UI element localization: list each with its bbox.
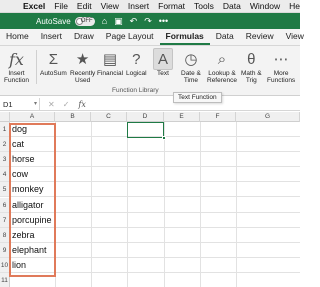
menu-excel[interactable]: Excel [23, 1, 45, 11]
text-label: Text [157, 70, 169, 77]
tab-draw[interactable]: Draw [68, 31, 100, 45]
fx-icon: fx [8, 49, 24, 69]
autosum-button[interactable]: Σ AutoSum [40, 48, 67, 78]
tab-data[interactable]: Data [210, 31, 240, 45]
name-box[interactable]: D1 ▾ [0, 97, 40, 111]
lookup-icon: ⌕ [217, 50, 227, 68]
menu-file[interactable]: File [54, 1, 68, 11]
fx-icon[interactable]: fx [78, 100, 85, 109]
menu-help[interactable]: He [289, 1, 300, 11]
enter-icon[interactable]: ✓ [63, 100, 70, 109]
insert-function-label: Insert Function [4, 70, 29, 84]
sigma-icon: Σ [48, 50, 59, 68]
column-header-c[interactable]: C [91, 112, 127, 122]
ribbon-tabs: Home Insert Draw Page Layout Formulas Da… [0, 29, 304, 46]
ellipsis-icon: ⋯ [273, 50, 289, 68]
math-trig-label: Math & Trig [241, 70, 262, 84]
select-all-corner[interactable] [0, 112, 10, 122]
recently-used-button[interactable]: ★ Recently Used [70, 48, 96, 85]
menu-data[interactable]: Data [223, 1, 241, 11]
mac-menu-bar: Excel File Edit View Insert Format Tools… [0, 0, 300, 13]
financial-button[interactable]: ▤ Financial [97, 48, 124, 78]
window-title-bar: AutoSave OFF ⌂ ▣ ↶ ↷ ••• [0, 13, 300, 29]
autosave-state: OFF [80, 17, 93, 24]
tab-view[interactable]: View [280, 31, 310, 45]
column-header-b[interactable]: B [55, 112, 91, 122]
cancel-icon[interactable]: ✕ [48, 100, 55, 109]
menu-window[interactable]: Window [250, 1, 280, 11]
financial-label: Financial [97, 70, 124, 77]
tab-formulas[interactable]: Formulas [159, 31, 210, 45]
fill-handle[interactable] [162, 136, 166, 140]
tab-review[interactable]: Review [240, 31, 280, 45]
active-cell-d1[interactable] [127, 122, 166, 140]
logical-label: Logical [126, 70, 147, 77]
autosum-label: AutoSum [40, 70, 67, 77]
chevron-down-icon[interactable]: ▾ [34, 98, 37, 111]
theta-icon: θ [247, 50, 256, 68]
menu-insert[interactable]: Insert [128, 1, 149, 11]
name-box-value: D1 [3, 99, 13, 109]
tab-home[interactable]: Home [0, 31, 35, 45]
menu-format[interactable]: Format [158, 1, 185, 11]
column-headers: A B C D E F G [0, 112, 300, 122]
column-header-g[interactable]: G [236, 112, 300, 122]
menu-edit[interactable]: Edit [77, 1, 92, 11]
column-header-f[interactable]: F [200, 112, 236, 122]
math-trig-button[interactable]: θ Math & Trig [241, 48, 262, 85]
ribbon-separator [36, 50, 37, 84]
date-time-button[interactable]: ◷ Date & Time [181, 48, 201, 85]
logical-button[interactable]: ? Logical [126, 48, 147, 78]
menu-tools[interactable]: Tools [194, 1, 214, 11]
text-icon: A [153, 48, 173, 70]
star-icon: ★ [75, 50, 90, 68]
column-header-a[interactable]: A [10, 112, 55, 122]
more-icon[interactable]: ••• [159, 16, 168, 26]
text-function-tooltip: Text Function [173, 92, 222, 103]
lookup-reference-button[interactable]: ⌕ Lookup & Reference [207, 48, 237, 85]
autosave-toggle[interactable]: OFF [74, 16, 95, 26]
formula-bar: D1 ▾ ✕ ✓ fx [0, 97, 300, 111]
highlight-box-animal-list [9, 123, 56, 277]
date-time-label: Date & Time [181, 70, 201, 84]
home-icon[interactable]: ⌂ [102, 16, 107, 26]
function-library-label: Function Library [112, 87, 159, 94]
logical-icon: ? [132, 50, 141, 68]
financial-icon: ▤ [102, 50, 118, 68]
text-function-button[interactable]: A Text [153, 48, 173, 77]
insert-function-button[interactable]: fx Insert Function [4, 48, 29, 84]
recently-used-label: Recently Used [70, 70, 96, 84]
column-header-e[interactable]: E [164, 112, 200, 122]
more-functions-label: More Functions [267, 70, 296, 84]
undo-icon[interactable]: ↶ [130, 16, 138, 27]
ribbon-formulas: fx Insert Function Σ AutoSum ★ Recently Us… [0, 46, 300, 96]
tab-insert[interactable]: Insert [35, 31, 68, 45]
more-functions-button[interactable]: ⋯ More Functions [267, 48, 296, 85]
menu-view[interactable]: View [101, 1, 119, 11]
save-icon[interactable]: ▣ [114, 16, 123, 27]
column-header-d[interactable]: D [127, 112, 164, 122]
autosave-label: AutoSave [36, 16, 71, 26]
lookup-reference-label: Lookup & Reference [207, 70, 237, 84]
tab-page-layout[interactable]: Page Layout [100, 31, 160, 45]
clock-icon: ◷ [184, 50, 198, 68]
redo-icon[interactable]: ↷ [144, 16, 152, 27]
